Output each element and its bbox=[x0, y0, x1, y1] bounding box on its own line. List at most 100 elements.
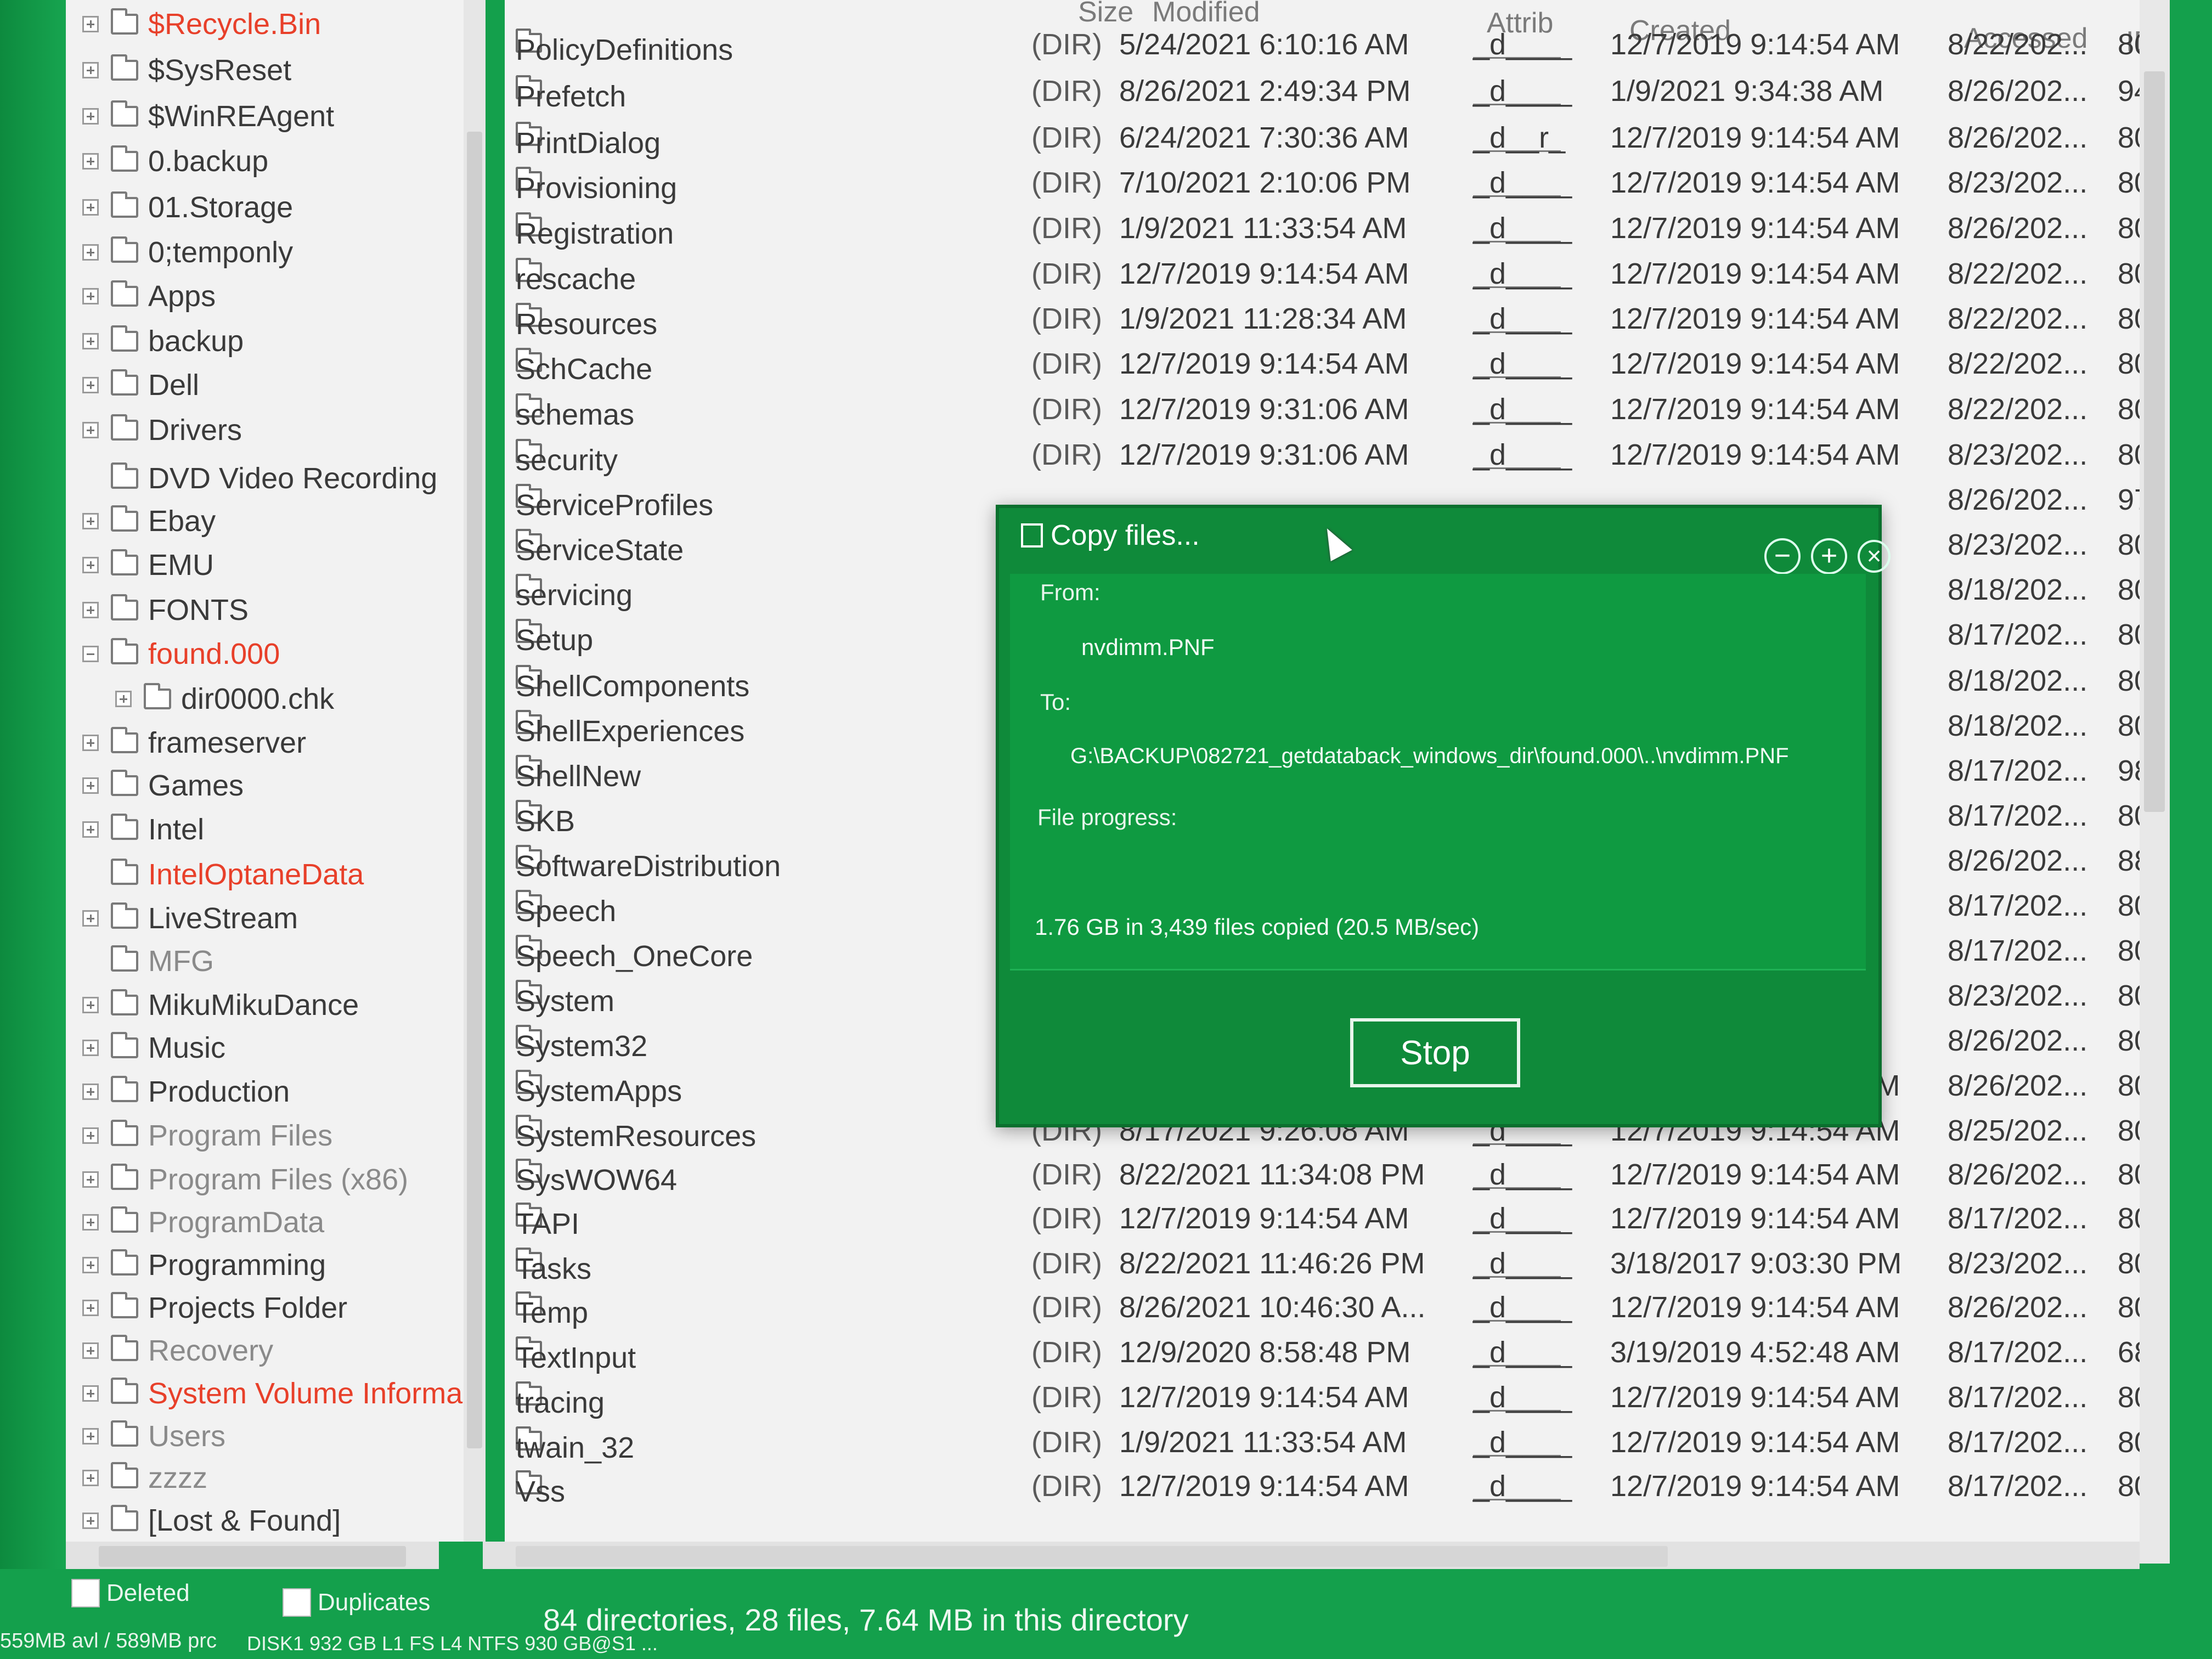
expand-icon[interactable] bbox=[82, 333, 99, 349]
tree-vertical-scrollbar[interactable] bbox=[464, 0, 486, 1542]
expand-icon[interactable] bbox=[82, 735, 99, 751]
tree-item[interactable]: Program Files (x86) bbox=[82, 1158, 408, 1201]
tree-item[interactable]: Program Files bbox=[82, 1114, 332, 1158]
scrollbar-thumb[interactable] bbox=[467, 132, 482, 1448]
stop-button[interactable]: Stop bbox=[1350, 1018, 1520, 1087]
tree-item[interactable]: LiveStream bbox=[82, 896, 298, 940]
tree-item[interactable]: backup bbox=[82, 319, 244, 363]
list-vertical-scrollbar[interactable] bbox=[2140, 0, 2170, 1564]
tree-item[interactable]: [Lost & Found] bbox=[82, 1499, 341, 1542]
expand-icon[interactable] bbox=[82, 602, 99, 618]
tree-item[interactable]: 01.Storage bbox=[82, 185, 293, 229]
expand-icon[interactable] bbox=[82, 422, 99, 438]
expand-icon[interactable] bbox=[82, 1084, 99, 1100]
expand-icon[interactable] bbox=[82, 1513, 99, 1529]
tree-item[interactable]: EMU bbox=[82, 543, 214, 587]
tree-item[interactable]: zzzz bbox=[82, 1456, 207, 1500]
tree-item[interactable]: Programming bbox=[82, 1243, 326, 1287]
scrollbar-thumb[interactable] bbox=[99, 1546, 406, 1567]
expand-icon[interactable] bbox=[82, 199, 99, 216]
table-row[interactable]: Tasks (DIR) 8/22/2021 11:46:26 PM _d____ 3/1… bbox=[505, 1241, 2156, 1287]
tree-item[interactable]: FONTS bbox=[82, 588, 249, 632]
expand-icon[interactable] bbox=[82, 1040, 99, 1056]
scrollbar-thumb[interactable] bbox=[2144, 71, 2165, 812]
expand-icon[interactable] bbox=[82, 1127, 99, 1144]
table-row[interactable]: Resources (DIR) 1/9/2021 11:28:34 AM _d____… bbox=[505, 296, 2156, 342]
maximize-button[interactable]: + bbox=[1811, 538, 1847, 574]
expand-icon[interactable] bbox=[82, 288, 99, 304]
checkbox-box[interactable] bbox=[283, 1588, 311, 1617]
tree-item[interactable]: found.000 bbox=[82, 632, 280, 676]
tree-item[interactable]: $Recycle.Bin bbox=[82, 2, 321, 46]
expand-icon[interactable] bbox=[82, 1214, 99, 1231]
tree-item[interactable]: 0;temponly bbox=[82, 230, 293, 274]
table-row[interactable]: Registration (DIR) 1/9/2021 11:33:54 AM _d_… bbox=[505, 206, 2156, 252]
tree-item[interactable]: Games bbox=[82, 764, 244, 808]
table-row[interactable]: Prefetch (DIR) 8/26/2021 2:49:34 PM _d____ 1… bbox=[505, 69, 2156, 115]
tree-item[interactable]: Intel bbox=[82, 808, 204, 851]
folder-tree[interactable]: $Recycle.Bin $SysReset $WinREAgent 0.backup… bbox=[66, 0, 483, 1542]
table-row[interactable]: twain_32 (DIR) 1/9/2021 11:33:54 AM _d____ 1… bbox=[505, 1420, 2156, 1466]
deleted-checkbox[interactable]: Deleted bbox=[71, 1579, 190, 1607]
expand-icon[interactable] bbox=[82, 777, 99, 794]
close-button[interactable]: × bbox=[1858, 540, 1891, 573]
expand-icon[interactable] bbox=[115, 691, 132, 707]
table-row[interactable]: PolicyDefinitions (DIR) 5/24/2021 6:10:16 … bbox=[505, 22, 2156, 68]
expand-icon[interactable] bbox=[82, 153, 99, 170]
expand-icon[interactable] bbox=[82, 821, 99, 838]
table-row[interactable]: SysWOW64 (DIR) 8/22/2021 11:34:08 PM _d____… bbox=[505, 1152, 2156, 1198]
expand-icon[interactable] bbox=[82, 1470, 99, 1486]
tree-item[interactable]: dir0000.chk bbox=[115, 677, 334, 721]
table-row[interactable]: TAPI (DIR) 12/7/2019 9:14:54 AM _d____ 12/7/… bbox=[505, 1196, 2156, 1242]
tree-item[interactable]: Drivers bbox=[82, 408, 242, 452]
tree-item[interactable]: frameserver bbox=[82, 721, 306, 765]
minimize-button[interactable]: − bbox=[1764, 538, 1801, 574]
tree-item[interactable]: 0.backup bbox=[82, 139, 268, 183]
tree-item[interactable]: Dell bbox=[82, 363, 199, 407]
tree-item[interactable]: Apps bbox=[82, 274, 216, 318]
table-row[interactable]: schemas (DIR) 12/7/2019 9:31:06 AM _d____ 12… bbox=[505, 387, 2156, 433]
table-row[interactable]: tracing (DIR) 12/7/2019 9:14:54 AM _d____ 12… bbox=[505, 1375, 2156, 1421]
tree-item[interactable]: Music bbox=[82, 1026, 225, 1070]
tree-item[interactable]: Recovery bbox=[82, 1329, 273, 1373]
table-row[interactable]: security (DIR) 12/7/2019 9:31:06 AM _d____ 1… bbox=[505, 432, 2156, 478]
tree-item[interactable]: IntelOptaneData bbox=[82, 853, 364, 896]
tree-item[interactable]: Ebay bbox=[82, 499, 216, 543]
expand-icon[interactable] bbox=[82, 62, 99, 78]
table-row[interactable]: Provisioning (DIR) 7/10/2021 2:10:06 PM _d_… bbox=[505, 160, 2156, 206]
expand-icon[interactable] bbox=[82, 244, 99, 261]
expand-icon[interactable] bbox=[82, 557, 99, 573]
expand-icon[interactable] bbox=[82, 997, 99, 1013]
table-row[interactable]: Vss (DIR) 12/7/2019 9:14:54 AM _d____ 12/7/2… bbox=[505, 1464, 2156, 1510]
tree-item[interactable]: Users bbox=[82, 1414, 225, 1458]
table-row[interactable]: rescache (DIR) 12/7/2019 9:14:54 AM _d____ 1… bbox=[505, 251, 2156, 297]
expand-icon[interactable] bbox=[82, 910, 99, 927]
table-row[interactable]: TextInput (DIR) 12/9/2020 8:58:48 PM _d____… bbox=[505, 1330, 2156, 1376]
tree-item[interactable]: Projects Folder bbox=[82, 1286, 347, 1330]
expand-icon[interactable] bbox=[82, 513, 99, 529]
expand-icon[interactable] bbox=[82, 108, 99, 125]
expand-icon[interactable] bbox=[82, 1428, 99, 1444]
list-horizontal-scrollbar[interactable] bbox=[483, 1542, 2140, 1572]
expand-icon[interactable] bbox=[82, 1385, 99, 1402]
tree-item[interactable]: MFG bbox=[82, 939, 214, 983]
expand-icon[interactable] bbox=[82, 1257, 99, 1273]
tree-item[interactable]: ProgramData bbox=[82, 1200, 324, 1244]
tree-item[interactable]: DVD Video Recording bbox=[82, 456, 437, 500]
duplicates-checkbox[interactable]: Duplicates bbox=[283, 1588, 430, 1617]
expand-icon[interactable] bbox=[82, 1342, 99, 1359]
tree-item[interactable]: $WinREAgent bbox=[82, 94, 334, 138]
expand-icon[interactable] bbox=[82, 16, 99, 32]
collapse-icon[interactable] bbox=[82, 646, 99, 662]
tree-item[interactable]: Production bbox=[82, 1070, 290, 1114]
checkbox-box[interactable] bbox=[71, 1579, 100, 1607]
expand-icon[interactable] bbox=[82, 1300, 99, 1316]
expand-icon[interactable] bbox=[82, 1171, 99, 1188]
table-row[interactable]: SchCache (DIR) 12/7/2019 9:14:54 AM _d____ 1… bbox=[505, 341, 2156, 387]
table-row[interactable]: PrintDialog (DIR) 6/24/2021 7:30:36 AM _d__… bbox=[505, 115, 2156, 161]
tree-item[interactable]: MikuMikuDance bbox=[82, 983, 359, 1027]
tree-horizontal-scrollbar[interactable] bbox=[66, 1542, 439, 1572]
expand-icon[interactable] bbox=[82, 377, 99, 393]
tree-item[interactable]: System Volume Informa bbox=[82, 1372, 462, 1415]
tree-item[interactable]: $SysReset bbox=[82, 48, 291, 92]
